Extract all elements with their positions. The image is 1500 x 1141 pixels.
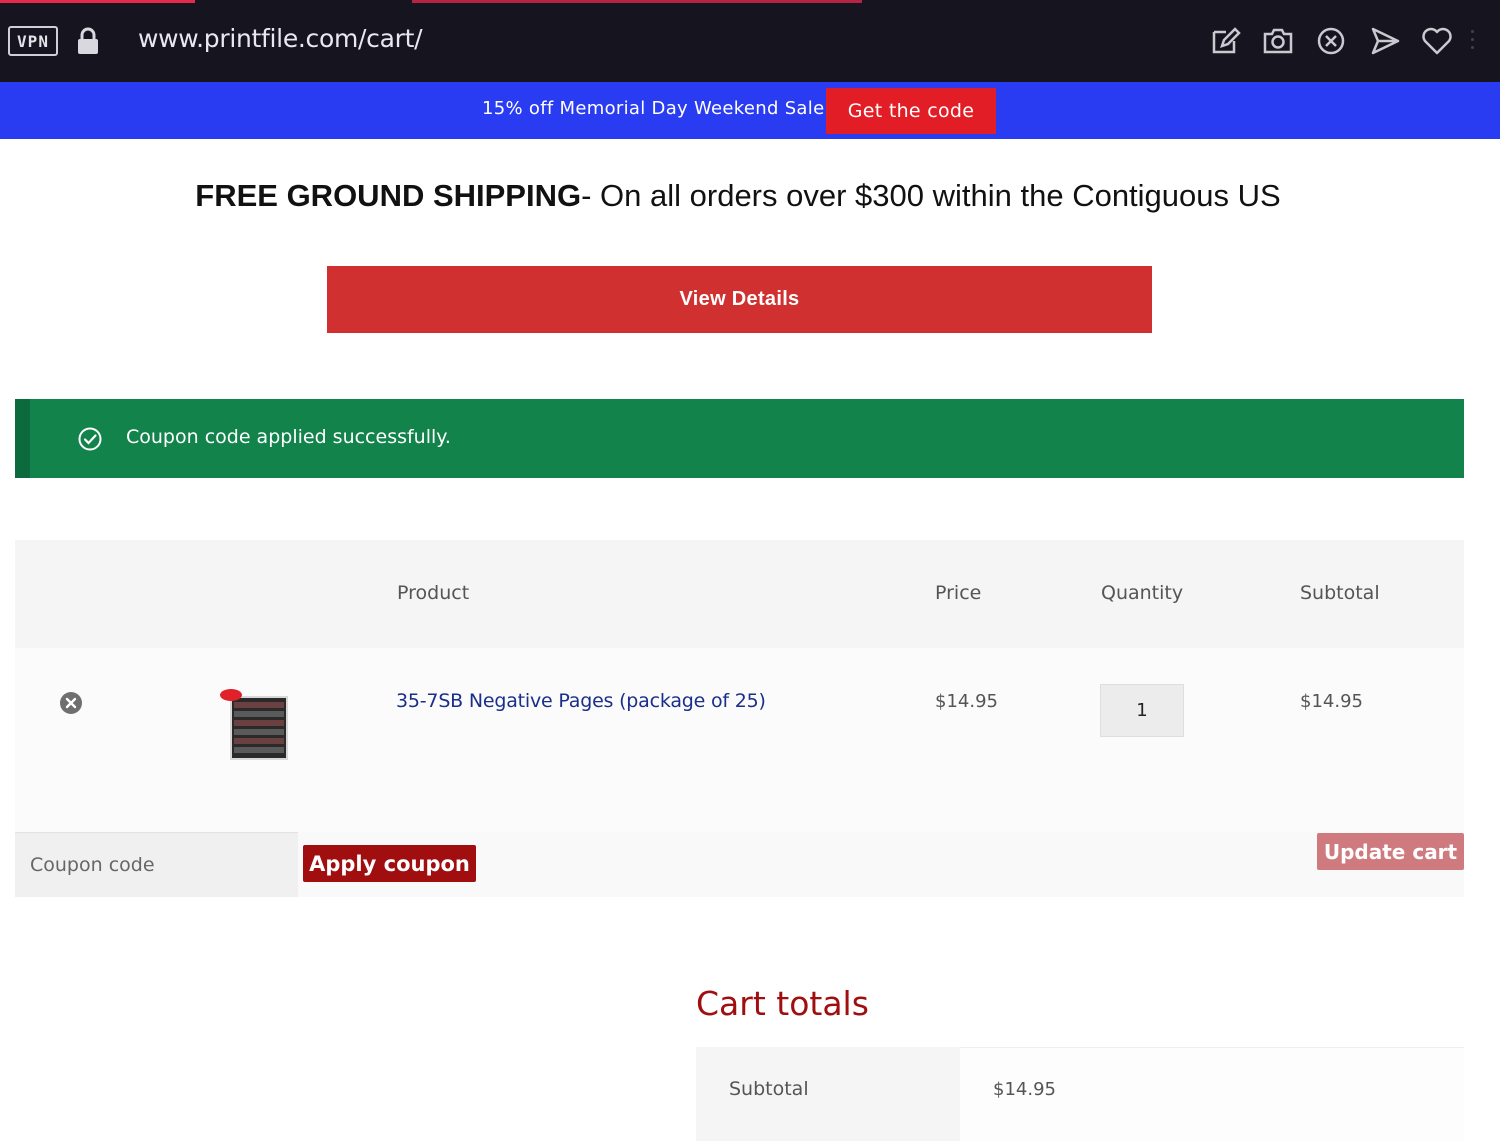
product-link[interactable]: 35-7SB Negative Pages (package of 25) — [396, 690, 766, 712]
get-code-button[interactable]: Get the code — [826, 88, 996, 134]
quantity-input[interactable] — [1100, 684, 1184, 737]
shipping-headline-rest: - On all orders over $300 within the Con… — [581, 178, 1281, 213]
update-cart-button[interactable]: Update cart — [1317, 833, 1464, 870]
remove-item-icon[interactable] — [59, 691, 83, 715]
shipping-headline-bold: FREE GROUND SHIPPING — [195, 178, 582, 213]
notice-message: Coupon code applied successfully. — [126, 426, 451, 448]
more-options-icon[interactable] — [1468, 30, 1476, 54]
address-bar[interactable]: www.printfile.com/cart/ — [138, 24, 423, 53]
send-icon[interactable] — [1368, 24, 1402, 58]
totals-subtotal-label: Subtotal — [729, 1078, 809, 1100]
promo-banner: 15% off Memorial Day Weekend Sale Get th… — [0, 82, 1500, 139]
column-header-subtotal: Subtotal — [1300, 582, 1380, 604]
view-details-button[interactable]: View Details — [327, 266, 1152, 333]
totals-subtotal-value-cell: $14.95 — [960, 1047, 1464, 1141]
tab-indicator — [412, 0, 862, 3]
cart-actions: Apply coupon Update cart — [15, 832, 1464, 897]
promo-text: 15% off Memorial Day Weekend Sale — [482, 98, 825, 119]
product-thumbnail[interactable] — [216, 686, 292, 762]
apply-coupon-button[interactable]: Apply coupon — [303, 845, 476, 882]
item-subtotal: $14.95 — [1300, 691, 1363, 712]
table-header: Product Price Quantity Subtotal — [15, 540, 1464, 648]
browser-toolbar: VPN www.printfile.com/cart/ — [0, 0, 1500, 82]
vpn-button[interactable]: VPN — [8, 26, 58, 56]
heart-icon[interactable] — [1420, 24, 1454, 58]
totals-subtotal-value: $14.95 — [993, 1079, 1056, 1100]
column-header-quantity: Quantity — [1101, 582, 1184, 604]
shipping-headline: FREE GROUND SHIPPING- On all orders over… — [0, 178, 1488, 214]
column-header-product: Product — [397, 582, 470, 604]
camera-icon[interactable] — [1261, 24, 1295, 58]
edit-icon[interactable] — [1208, 24, 1242, 58]
check-circle-icon — [77, 426, 103, 452]
tab-indicator — [0, 0, 195, 3]
cart-table: Product Price Quantity Subtotal 35-7SB N… — [15, 540, 1464, 897]
column-header-price: Price — [935, 582, 982, 604]
lock-icon[interactable] — [76, 26, 100, 56]
item-price: $14.95 — [935, 691, 998, 712]
totals-subtotal-label-cell: Subtotal — [696, 1047, 960, 1141]
cart-totals-title: Cart totals — [696, 984, 869, 1023]
close-circle-icon[interactable] — [1314, 24, 1348, 58]
coupon-code-input[interactable] — [15, 832, 298, 897]
success-notice: Coupon code applied successfully. — [15, 399, 1464, 478]
